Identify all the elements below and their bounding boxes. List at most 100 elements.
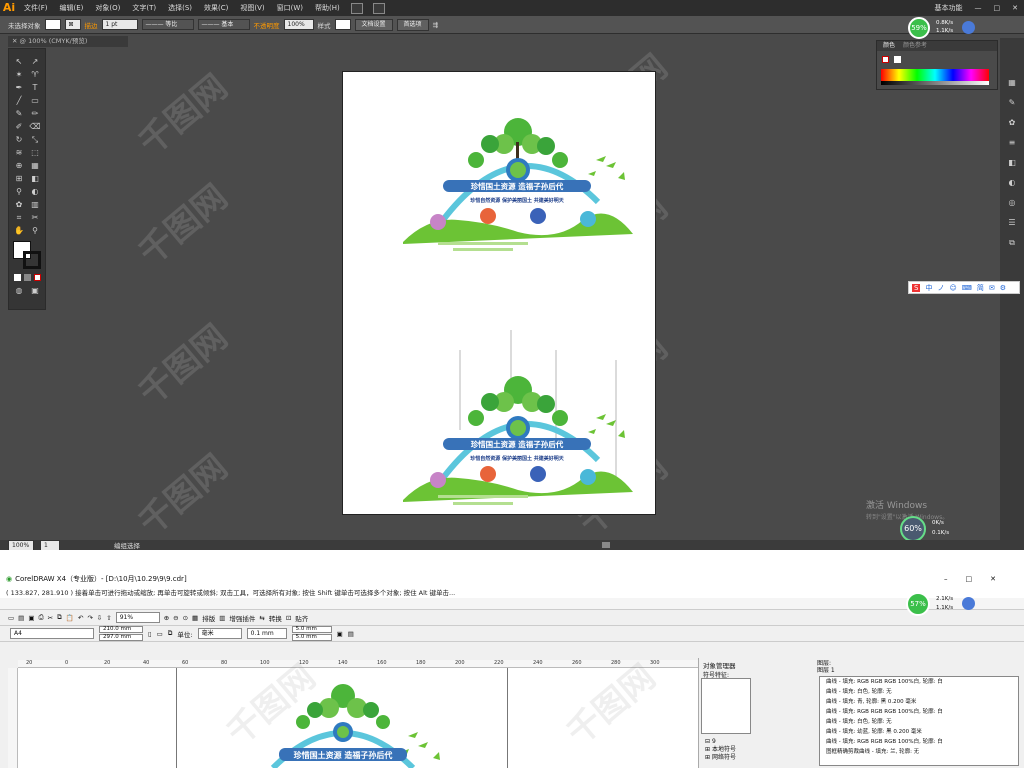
page-height-field[interactable]: 297.0 mm <box>99 634 143 641</box>
color-mode-icon[interactable] <box>14 274 21 281</box>
save-icon[interactable]: ▣ <box>28 614 34 622</box>
tree-item[interactable]: ⊟ 9 <box>705 738 736 746</box>
perspective-grid-tool-icon[interactable]: ▦ <box>29 161 41 171</box>
slice-tool-icon[interactable]: ✂ <box>29 213 41 223</box>
gradient-mode-icon[interactable] <box>24 274 31 281</box>
gradient-tool-icon[interactable]: ◧ <box>29 174 41 184</box>
object-row[interactable]: 曲线 - 填充: RGB RGB RGB 100%白, 轮廓: 白 <box>826 707 1018 717</box>
ime-keyboard-button[interactable]: ⌨ <box>962 284 972 292</box>
zoom-out-icon[interactable]: ⊖ <box>173 614 178 622</box>
ime-chinese-toggle[interactable]: 中 <box>925 283 932 293</box>
artboards-icon[interactable]: ⧉ <box>1006 238 1018 248</box>
object-row[interactable]: 图框精确剪裁曲线 - 填充: 兰, 轮廓: 无 <box>826 747 1018 757</box>
mesh-tool-icon[interactable]: ⊞ <box>13 174 25 184</box>
tree-item[interactable]: ⊞ 网络符号 <box>705 754 736 762</box>
convert-icon[interactable]: ⇆ <box>259 614 264 622</box>
portrait-icon[interactable]: ▯ <box>148 630 152 638</box>
import-icon[interactable]: ⇩ <box>97 614 102 622</box>
none-swatch[interactable] <box>882 56 889 63</box>
rotate-tool-icon[interactable]: ↻ <box>13 135 25 145</box>
unit-dropdown[interactable]: 毫米 <box>197 628 242 639</box>
stroke-weight-field[interactable]: 1 pt <box>101 19 138 30</box>
warp-tool-icon[interactable]: ≋ <box>13 148 25 158</box>
scale-tool-icon[interactable]: ⤡ <box>29 135 41 145</box>
artboard-nav-field[interactable]: 1 <box>40 539 60 550</box>
brush-dropdown[interactable]: ——— 基本 <box>197 19 250 30</box>
stroke-label[interactable]: 描边 <box>85 20 98 30</box>
paintbrush-tool-icon[interactable]: ✎ <box>13 109 25 119</box>
zoom-in-icon[interactable]: ⊕ <box>164 614 169 622</box>
draw-behind-icon[interactable]: ▤ <box>348 630 354 638</box>
menu-view[interactable]: 视图(V) <box>234 3 270 13</box>
magic-wand-tool-icon[interactable]: ✶ <box>13 70 25 80</box>
selection-tool-icon[interactable]: ↖ <box>13 57 25 67</box>
ime-logo-icon[interactable]: S <box>912 283 921 292</box>
tab-close-icon[interactable]: ✕ <box>12 37 20 45</box>
artboard[interactable]: 珍惜国土资源 造福子孙后代 珍惜自然资源 保护美丽国土 共建美好明天 珍惜国土资… <box>342 71 656 515</box>
zoom-dropdown[interactable]: 91% <box>115 612 160 623</box>
workspace-switcher[interactable]: 基本功能 <box>929 3 969 13</box>
menu-type[interactable]: 文字(T) <box>126 3 162 13</box>
object-row[interactable]: 曲线 - 填充: 青, 轮廓: 黑 0.200 毫米 <box>826 697 1018 707</box>
menu-object[interactable]: 对象(O) <box>89 3 126 13</box>
duplicate-x-field[interactable]: 5.0 mm <box>291 626 332 633</box>
artboard-tool-icon[interactable]: ⌗ <box>13 213 25 223</box>
eraser-tool-icon[interactable]: ⌫ <box>29 122 41 132</box>
all-pages-icon[interactable]: ⧉ <box>168 629 173 638</box>
profile-dropdown[interactable]: ——— 等比 <box>141 19 194 30</box>
none-mode-icon[interactable] <box>34 274 41 281</box>
ime-settings-icon[interactable]: ⚙ <box>1000 284 1006 292</box>
transparency-icon[interactable]: ◐ <box>1006 178 1018 188</box>
menu-edit[interactable]: 编辑(E) <box>54 3 90 13</box>
ime-skin-icon[interactable]: ✉ <box>989 284 995 292</box>
treat-as-filled-icon[interactable]: ▣ <box>337 630 343 638</box>
swatches-icon[interactable]: ▦ <box>1006 78 1018 88</box>
free-transform-tool-icon[interactable]: ⬚ <box>29 148 41 158</box>
open-icon[interactable]: ▤ <box>18 614 24 622</box>
nudge-field[interactable]: 0.1 mm <box>246 628 287 639</box>
white-swatch[interactable] <box>894 56 901 63</box>
redo-icon[interactable]: ↷ <box>87 614 92 622</box>
close-icon[interactable]: ✕ <box>1006 4 1024 12</box>
stroke-swatch[interactable]: ⊠ <box>64 19 81 30</box>
shape-builder-tool-icon[interactable]: ⊕ <box>13 161 25 171</box>
ime-punct-toggle[interactable]: ノ <box>937 283 944 293</box>
color-tab[interactable]: 颜色 <box>883 41 895 51</box>
new-icon[interactable]: ▭ <box>8 614 14 622</box>
scroll-thumb[interactable] <box>602 542 610 548</box>
stroke-color-box[interactable] <box>23 251 41 269</box>
landscape-icon[interactable]: ▭ <box>157 630 163 638</box>
minimize-icon[interactable]: — <box>969 4 988 12</box>
draw-mode-icon[interactable]: ◍ <box>13 286 25 296</box>
gradient-icon[interactable]: ◧ <box>1006 158 1018 168</box>
plugins-icon[interactable]: ▥ <box>219 614 225 622</box>
ime-simplified-toggle[interactable]: 简 <box>977 283 984 293</box>
layout-icon[interactable]: ▦ <box>192 614 198 622</box>
object-row[interactable]: 曲线 - 填充: 白色, 轮廓: 无 <box>826 687 1018 697</box>
paste-icon[interactable]: 📋 <box>66 614 74 622</box>
appearance-icon[interactable]: ◎ <box>1006 198 1018 208</box>
zoom-tool-icon[interactable]: ⚲ <box>29 226 41 236</box>
pencil-tool-icon[interactable]: ✏ <box>29 109 41 119</box>
align-icon[interactable]: ⇶ <box>433 21 438 29</box>
print-icon[interactable]: ⎙ <box>38 613 43 622</box>
opacity-label[interactable]: 不透明度 <box>254 20 280 30</box>
menu-effect[interactable]: 效果(C) <box>198 3 234 13</box>
plugins-button[interactable]: 增强插件 <box>229 613 255 623</box>
object-row[interactable]: 曲线 - 填充: RGB RGB RGB 100%白, 轮廓: 白 <box>826 737 1018 747</box>
snap-button[interactable]: 贴齐 <box>295 613 308 623</box>
color-guide-tab[interactable]: 颜色参考 <box>903 41 927 51</box>
object-row[interactable]: 曲线 - 填充: 幼蓝, 轮廓: 黑 0.200 毫米 <box>826 727 1018 737</box>
cut-icon[interactable]: ✂ <box>48 614 53 622</box>
menu-window[interactable]: 窗口(W) <box>271 3 309 13</box>
artwork-top[interactable]: 珍惜国土资源 造福子孙后代 珍惜自然资源 保护美丽国土 共建美好明天 <box>398 102 638 252</box>
zoom-field[interactable]: 100% <box>8 539 34 550</box>
copy-icon[interactable]: ⧉ <box>57 613 62 622</box>
drawing-canvas[interactable]: 珍惜国土资源 造福子孙后代 千图网 千图网 <box>18 657 698 768</box>
preferences-button[interactable]: 首选项 <box>396 18 429 31</box>
horizontal-ruler[interactable]: 20 0 20 40 60 80 100 120 140 160 180 200 220 240 260 28… <box>18 660 698 668</box>
grayscale-ramp[interactable] <box>881 81 989 85</box>
hand-tool-icon[interactable]: ✋ <box>13 226 25 236</box>
artwork-bottom[interactable]: 珍惜国土资源 造福子孙后代 珍惜自然资源 保护美丽国土 共建美好明天 <box>398 330 638 510</box>
undo-icon[interactable]: ↶ <box>78 614 83 622</box>
